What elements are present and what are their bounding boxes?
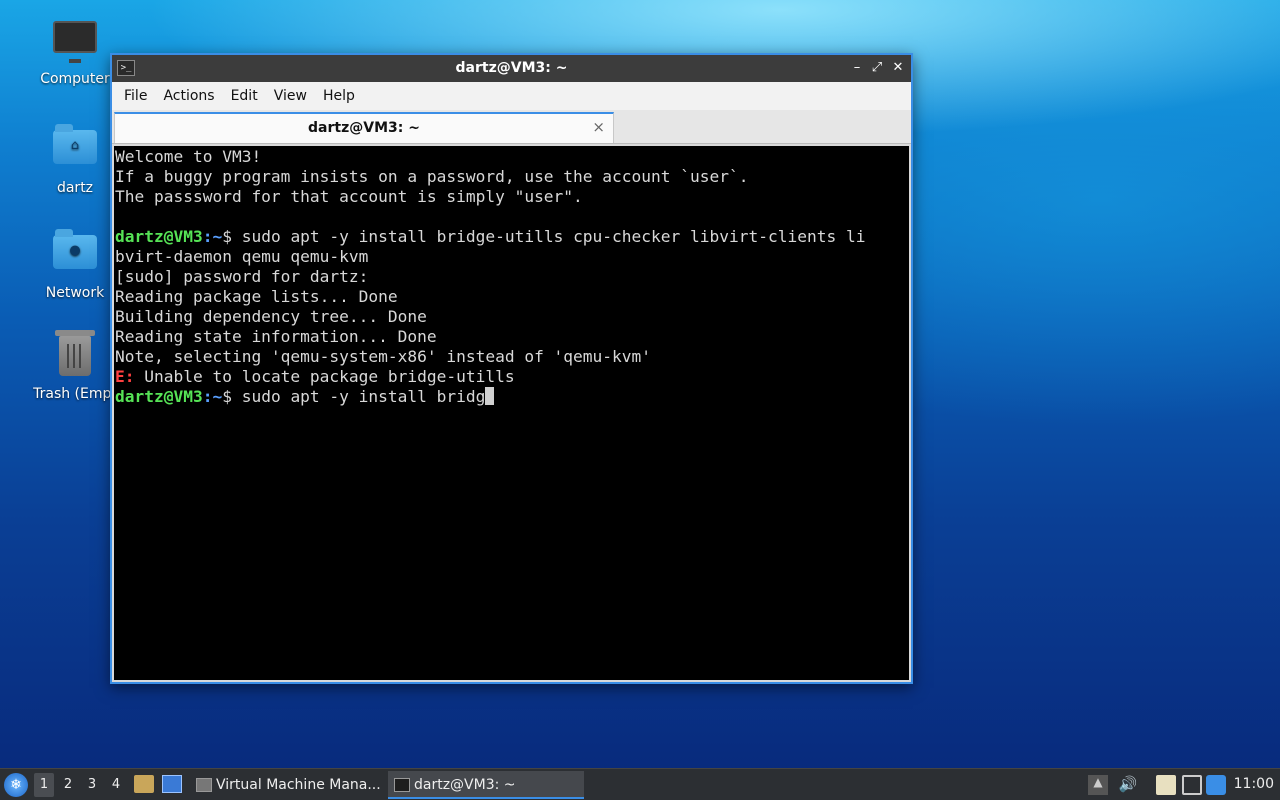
window-titlebar[interactable]: >_ dartz@VM3: ~ – ⤢ ✕ bbox=[112, 55, 911, 82]
menu-edit[interactable]: Edit bbox=[223, 88, 266, 104]
terminal-icon bbox=[394, 778, 410, 792]
error-prefix: E: bbox=[115, 367, 135, 386]
terminal-output[interactable]: Welcome to VM3! If a buggy program insist… bbox=[114, 146, 909, 680]
tab-terminal[interactable]: dartz@VM3: ~ × bbox=[114, 112, 614, 143]
window-title: dartz@VM3: ~ bbox=[455, 60, 568, 76]
terminal-line: Welcome to VM3! bbox=[115, 147, 262, 166]
prompt-user: dartz@VM3 bbox=[115, 227, 203, 246]
prompt-path: :~ bbox=[202, 227, 223, 246]
workspace-3[interactable]: 3 bbox=[82, 773, 102, 797]
network-folder-icon: ● bbox=[53, 229, 97, 279]
menu-actions[interactable]: Actions bbox=[155, 88, 222, 104]
terminal-line: E: Unable to locate package bridge-utill… bbox=[115, 367, 909, 387]
command-text: $ sudo apt -y install bridg bbox=[222, 387, 486, 406]
start-menu-icon[interactable]: ❄ bbox=[4, 773, 28, 797]
task-label: Virtual Machine Mana... bbox=[216, 777, 381, 793]
error-message: Unable to locate package bridge-utills bbox=[134, 367, 515, 386]
terminal-line: [sudo] password for dartz: bbox=[115, 267, 369, 286]
terminal-line: dartz@VM3:~$ sudo apt -y install bridg bbox=[115, 387, 909, 407]
clock[interactable]: 11:00 bbox=[1234, 776, 1274, 792]
menubar: File Actions Edit View Help bbox=[112, 82, 911, 110]
trash-icon bbox=[55, 330, 95, 380]
tab-label: dartz@VM3: ~ bbox=[308, 120, 420, 136]
show-desktop-icon[interactable] bbox=[162, 775, 182, 793]
terminal-line: Reading package lists... Done bbox=[115, 287, 398, 306]
terminal-line: Reading state information... Done bbox=[115, 327, 437, 346]
workspace-4[interactable]: 4 bbox=[106, 773, 126, 797]
terminal-window[interactable]: >_ dartz@VM3: ~ – ⤢ ✕ File Actions Edit … bbox=[110, 53, 913, 684]
terminal-line: Building dependency tree... Done bbox=[115, 307, 427, 326]
terminal-line: The passsword for that account is simply… bbox=[115, 187, 583, 206]
menu-view[interactable]: View bbox=[266, 88, 315, 104]
network-icon[interactable] bbox=[1182, 775, 1202, 795]
volume-icon[interactable]: 🔊 bbox=[1118, 775, 1138, 795]
task-vm-manager[interactable]: Virtual Machine Mana... bbox=[190, 771, 386, 799]
workspace-2[interactable]: 2 bbox=[58, 773, 78, 797]
notification-icon[interactable] bbox=[1206, 775, 1226, 795]
task-label: dartz@VM3: ~ bbox=[414, 777, 516, 793]
tab-bar: dartz@VM3: ~ × bbox=[112, 110, 911, 144]
menu-help[interactable]: Help bbox=[315, 88, 363, 104]
workspace-1[interactable]: 1 bbox=[34, 773, 54, 797]
minimize-icon[interactable]: – bbox=[849, 59, 865, 77]
taskbar: ❄ 1 2 3 4 Virtual Machine Mana... dartz@… bbox=[0, 768, 1280, 800]
tab-close-icon[interactable]: × bbox=[592, 118, 605, 136]
text-cursor bbox=[485, 387, 495, 405]
file-manager-icon[interactable] bbox=[134, 775, 154, 793]
terminal-line: If a buggy program insists on a password… bbox=[115, 167, 749, 186]
terminal-line: Note, selecting 'qemu-system-x86' instea… bbox=[115, 347, 652, 366]
terminal-line: dartz@VM3:~$ sudo apt -y install bridge-… bbox=[115, 227, 909, 247]
prompt-user: dartz@VM3 bbox=[115, 387, 203, 406]
close-icon[interactable]: ✕ bbox=[890, 59, 906, 77]
terminal-line: bvirt-daemon qemu qemu-kvm bbox=[115, 247, 369, 266]
command-text: $ sudo apt -y install bridge-utills cpu-… bbox=[222, 227, 866, 246]
home-folder-icon: ⌂ bbox=[53, 124, 97, 174]
menu-file[interactable]: File bbox=[116, 88, 155, 104]
prompt-path: :~ bbox=[202, 387, 223, 406]
clipboard-icon[interactable] bbox=[1156, 775, 1176, 795]
maximize-icon[interactable]: ⤢ bbox=[869, 59, 885, 77]
tray-up-arrow-icon[interactable]: ▲ bbox=[1088, 775, 1108, 795]
vm-manager-icon bbox=[196, 778, 212, 792]
task-terminal[interactable]: dartz@VM3: ~ bbox=[388, 771, 584, 799]
computer-icon bbox=[53, 21, 97, 65]
